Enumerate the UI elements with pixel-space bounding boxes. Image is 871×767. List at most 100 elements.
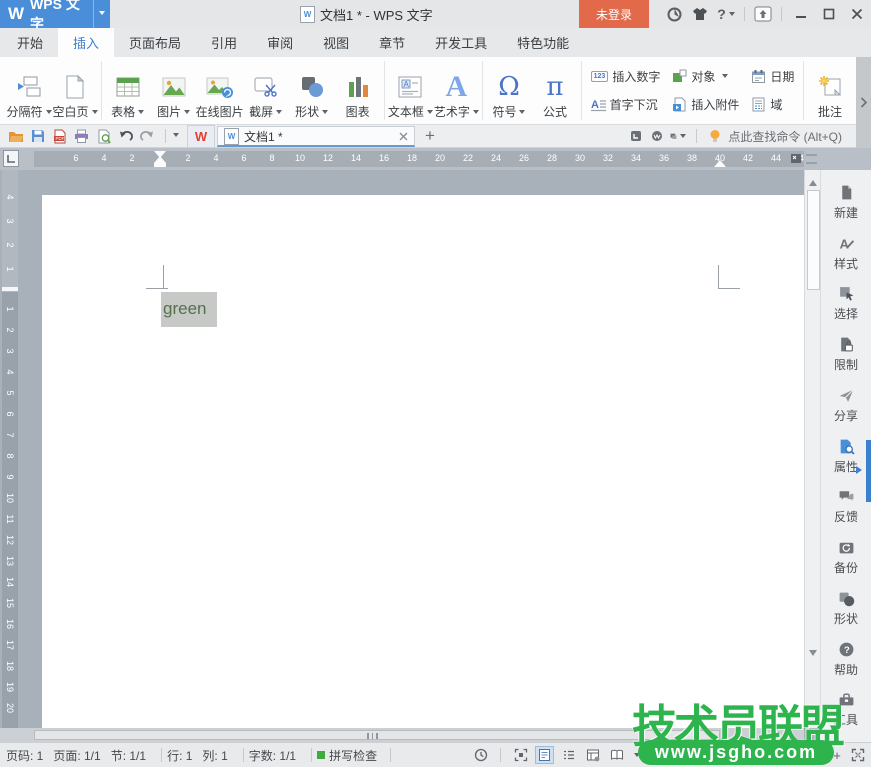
corner-icon[interactable] — [628, 128, 644, 144]
findbar: 点此查找命令 (Alt+Q) — [628, 128, 842, 145]
picture-button[interactable]: 图片 — [151, 58, 197, 123]
ribbon-expand-button[interactable] — [856, 57, 871, 148]
selected-text-highlight[interactable]: green — [161, 292, 217, 327]
tab-review[interactable]: 审阅 — [252, 28, 308, 57]
left-indent-marker[interactable] — [154, 163, 166, 167]
document-tab[interactable]: W 文档1 * — [217, 126, 415, 147]
vertical-ruler[interactable]: 4321 1234567891011121314151617181920 — [2, 170, 18, 728]
wps-circle-icon[interactable] — [649, 128, 665, 144]
sidebar-item-restrict[interactable]: 限制 — [821, 336, 871, 387]
scroll-up-icon[interactable] — [809, 176, 817, 186]
hanging-indent-marker[interactable] — [154, 151, 166, 163]
tab-home[interactable]: 开始 — [2, 28, 58, 57]
wordart-button[interactable]: A 艺术字 — [433, 58, 479, 123]
right-indent-marker[interactable] — [714, 154, 726, 167]
print-button[interactable] — [72, 127, 91, 146]
tab-page-layout[interactable]: 页面布局 — [114, 28, 196, 57]
sidebar-item-new[interactable]: 新建 — [821, 184, 871, 235]
minimize-button[interactable] — [787, 0, 815, 28]
screenshot-button[interactable]: 截屏 — [243, 58, 289, 123]
ruler-settings-icon[interactable] — [790, 152, 803, 165]
sidebar-item-styles[interactable]: A 样式 — [821, 235, 871, 286]
history-icon[interactable] — [471, 746, 490, 764]
outline-view-icon[interactable] — [559, 746, 578, 764]
vertical-scroll-thumb[interactable] — [807, 190, 820, 290]
horizontal-scroll-thumb[interactable] — [34, 730, 720, 740]
shapes-button[interactable]: 形状 — [289, 58, 335, 123]
split-pane-handle[interactable] — [806, 154, 817, 164]
ruler-number: 42 — [743, 153, 753, 163]
textbox-button[interactable]: A 文本框 — [387, 58, 433, 123]
print-preview-button[interactable] — [94, 127, 113, 146]
help-button[interactable]: ? — [715, 3, 737, 25]
new-tab-button[interactable]: + — [425, 126, 435, 146]
undo-button[interactable] — [116, 127, 135, 146]
sidebar-item-properties[interactable]: 属性 — [821, 438, 871, 489]
blank-page-button[interactable]: 空白页 — [52, 58, 98, 123]
login-button[interactable]: 未登录 — [579, 0, 649, 28]
online-picture-button[interactable]: 在线图片 — [197, 58, 243, 123]
scroll-down-icon[interactable] — [809, 650, 817, 660]
spellcheck-status[interactable]: 拼写检查 — [317, 747, 377, 764]
svg-text:A: A — [591, 99, 599, 111]
break-button[interactable]: 分隔符 — [6, 58, 52, 123]
sidebar-item-backup[interactable]: 备份 — [821, 539, 871, 590]
sidebar-item-share[interactable]: 分享 — [821, 387, 871, 438]
tab-special-features[interactable]: 特色功能 — [502, 28, 584, 57]
tab-insert[interactable]: 插入 — [58, 28, 114, 57]
tab-references[interactable]: 引用 — [196, 28, 252, 57]
tab-view[interactable]: 视图 — [308, 28, 364, 57]
community-icon[interactable] — [663, 3, 685, 25]
horizontal-ruler[interactable]: 642 246810121416182022242628303234363840… — [34, 151, 804, 167]
quickbar-dropdown[interactable] — [173, 133, 179, 140]
chevron-down-icon — [92, 110, 98, 117]
wps-home-button[interactable]: W — [187, 125, 215, 148]
insert-number-button[interactable]: 123 插入数字 — [589, 62, 663, 91]
task-pane-toggle[interactable] — [866, 440, 871, 502]
comment-button[interactable]: 批注 — [807, 58, 853, 123]
symbol-button[interactable]: Ω 符号 — [486, 58, 532, 123]
export-pdf-button[interactable]: PDF — [50, 127, 69, 146]
fit-page-icon[interactable] — [848, 746, 867, 764]
tab-dev-tools[interactable]: 开发工具 — [420, 28, 502, 57]
read-mode-icon[interactable] — [607, 746, 626, 764]
collapse-ribbon-button[interactable] — [752, 3, 774, 25]
chevron-down-icon — [729, 12, 735, 19]
attachment-button[interactable]: 插入附件 — [670, 91, 741, 120]
status-word-count[interactable]: 字数: 1/1 — [249, 747, 296, 764]
maximize-button[interactable] — [815, 0, 843, 28]
table-button[interactable]: 表格 — [105, 58, 151, 123]
document-page[interactable]: green — [42, 195, 804, 728]
page-view-icon[interactable] — [535, 746, 554, 764]
date-button[interactable]: 日期 — [749, 62, 796, 91]
window-dropdown-icon[interactable] — [670, 128, 686, 144]
web-layout-view-icon[interactable] — [583, 746, 602, 764]
wps-logo-button[interactable]: W WPS 文字 — [0, 0, 110, 28]
tab-section[interactable]: 章节 — [364, 28, 420, 57]
document-text[interactable]: green — [161, 299, 206, 318]
skin-shirt-icon[interactable] — [689, 3, 711, 25]
sidebar-item-feedback[interactable]: 反馈 — [821, 488, 871, 539]
ruler-number: 15 — [5, 595, 15, 611]
find-command-hint[interactable]: 点此查找命令 (Alt+Q) — [728, 128, 842, 145]
document-tabbar: PDF W W 文档1 * + — [0, 125, 856, 148]
tab-stop-selector[interactable] — [3, 150, 19, 167]
logo-dropdown[interactable] — [93, 0, 110, 28]
fullscreen-view-icon[interactable] — [511, 746, 530, 764]
sidebar-item-shapes[interactable]: 形状 — [821, 590, 871, 641]
sidebar-item-select[interactable]: 选择 — [821, 285, 871, 336]
redo-button[interactable] — [138, 127, 157, 146]
chart-button[interactable]: 图表 — [335, 58, 381, 123]
sidebar-item-help[interactable]: ? 帮助 — [821, 641, 871, 692]
open-button[interactable] — [6, 127, 25, 146]
tab-close-icon[interactable] — [399, 132, 408, 141]
separator — [781, 7, 782, 21]
close-button[interactable] — [843, 0, 871, 28]
object-button[interactable]: 对象 — [670, 62, 741, 91]
vertical-scrollbar[interactable] — [804, 170, 820, 728]
save-button[interactable] — [28, 127, 47, 146]
dropcap-button[interactable]: A 首字下沉 — [589, 91, 663, 120]
formula-button[interactable]: π 公式 — [532, 58, 578, 123]
chevron-down-icon — [519, 110, 525, 117]
field-button[interactable]: 域 — [749, 91, 796, 120]
